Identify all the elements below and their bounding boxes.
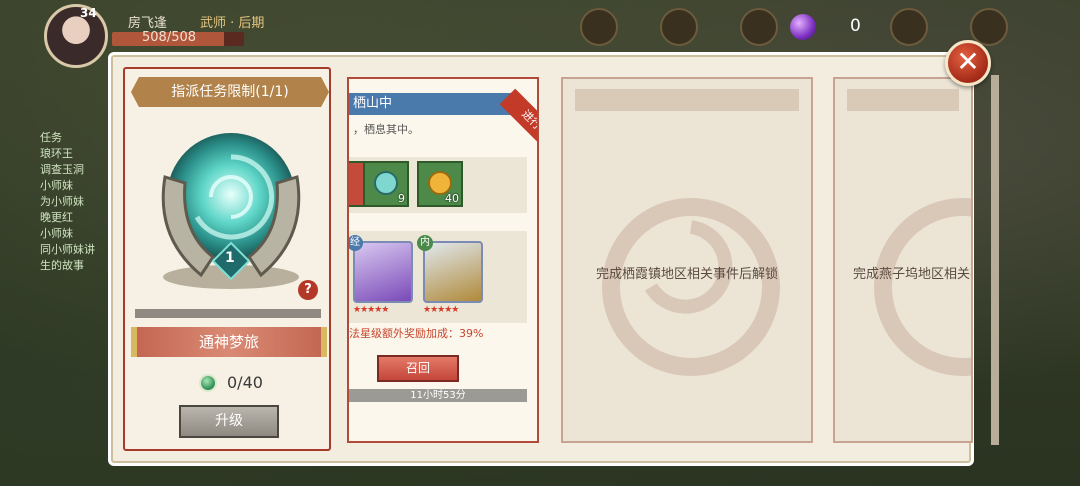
hp-text: 508/508 bbox=[142, 30, 197, 45]
map-icon[interactable] bbox=[970, 8, 1008, 46]
player-rank: 武师 · 后期 bbox=[200, 16, 265, 31]
hero-badge: 内 bbox=[417, 235, 433, 251]
recall-button[interactable]: 召回 bbox=[377, 355, 459, 382]
unlock-requirement: 完成栖霞镇地区相关事件后解锁 bbox=[595, 267, 778, 282]
list-item[interactable]: 生的故事 bbox=[40, 258, 110, 274]
star-bonus-text: 法星级额外奖励加成：39% bbox=[349, 327, 484, 340]
list-item[interactable]: 调查玉洞 bbox=[40, 162, 110, 178]
hero-badge: 经 bbox=[349, 235, 363, 251]
shop-icon[interactable] bbox=[740, 8, 778, 46]
cloud-swirl-icon bbox=[602, 198, 780, 376]
ranking-icon[interactable] bbox=[890, 8, 928, 46]
status-ribbon: 进行中 bbox=[499, 88, 537, 160]
hero-portrait[interactable] bbox=[353, 241, 413, 303]
portal-icon bbox=[161, 133, 301, 289]
card-header bbox=[575, 89, 799, 111]
list-item[interactable]: 小师妹 bbox=[40, 226, 110, 242]
jade-progress: 0/40 bbox=[227, 373, 263, 392]
list-item[interactable]: 任务 bbox=[40, 130, 110, 146]
player-name: 房飞逢 bbox=[128, 16, 168, 31]
upgrade-progress-bar bbox=[135, 309, 321, 318]
dispatch-limit-banner: 指派任务限制(1/1) bbox=[131, 77, 329, 107]
side-quest-list: 任务 琅环王 调查玉洞 小师妹 为小师妹 晚更红 小师妹 同小师妹讲 生的故事 bbox=[40, 130, 110, 274]
mission-title: 栖山中 bbox=[349, 93, 519, 115]
mission-timer: 11小时53分 bbox=[349, 389, 527, 402]
player-avatar[interactable] bbox=[44, 4, 108, 68]
jade-icon bbox=[199, 374, 217, 392]
card-header bbox=[847, 89, 959, 111]
list-item[interactable]: 晚更红 bbox=[40, 210, 110, 226]
scroll-edge bbox=[991, 75, 999, 445]
portal-level: 1 bbox=[225, 250, 235, 266]
close-button[interactable]: ✕ bbox=[945, 40, 991, 86]
event-icon[interactable] bbox=[580, 8, 618, 46]
hero-stars: ★★★★★ bbox=[353, 305, 389, 315]
list-item[interactable]: 小师妹 bbox=[40, 178, 110, 194]
locked-mission-card[interactable]: 完成燕子坞地区相关事件后解锁 bbox=[833, 77, 973, 443]
hero-stars: ★★★★★ bbox=[423, 305, 459, 315]
help-icon[interactable]: ? bbox=[298, 280, 318, 300]
player-level: 34 bbox=[80, 6, 97, 20]
mission-description: ，栖息其中。 bbox=[353, 123, 419, 136]
locked-mission-card[interactable]: 完成栖霞镇地区相关事件后解锁 bbox=[561, 77, 813, 443]
reward-item[interactable]: 40 bbox=[417, 161, 463, 207]
cloud-swirl-icon bbox=[874, 198, 971, 376]
gem-count: 0 bbox=[850, 16, 861, 36]
skill-name-banner: 通神梦旅 bbox=[131, 327, 327, 357]
list-item[interactable]: 为小师妹 bbox=[40, 194, 110, 210]
upgrade-button[interactable]: 升级 bbox=[179, 405, 279, 438]
reward-item[interactable]: 9 bbox=[363, 161, 409, 207]
list-item[interactable]: 琅环王 bbox=[40, 146, 110, 162]
dispatch-modal: 指派任务限制(1/1) 1 通神梦旅 0/40 升级 栖山中 进行中 ，栖息其中… bbox=[108, 52, 999, 466]
hero-portrait[interactable] bbox=[423, 241, 483, 303]
gem-icon bbox=[790, 14, 816, 40]
list-item[interactable]: 同小师妹讲 bbox=[40, 242, 110, 258]
unlock-requirement: 完成燕子坞地区相关事件后解锁 bbox=[853, 267, 971, 282]
activity-icon[interactable] bbox=[660, 8, 698, 46]
active-mission-card[interactable]: 栖山中 进行中 ，栖息其中。 0 9 40 经 内 ★★★★★ ★★★★★ 法星… bbox=[347, 77, 539, 443]
